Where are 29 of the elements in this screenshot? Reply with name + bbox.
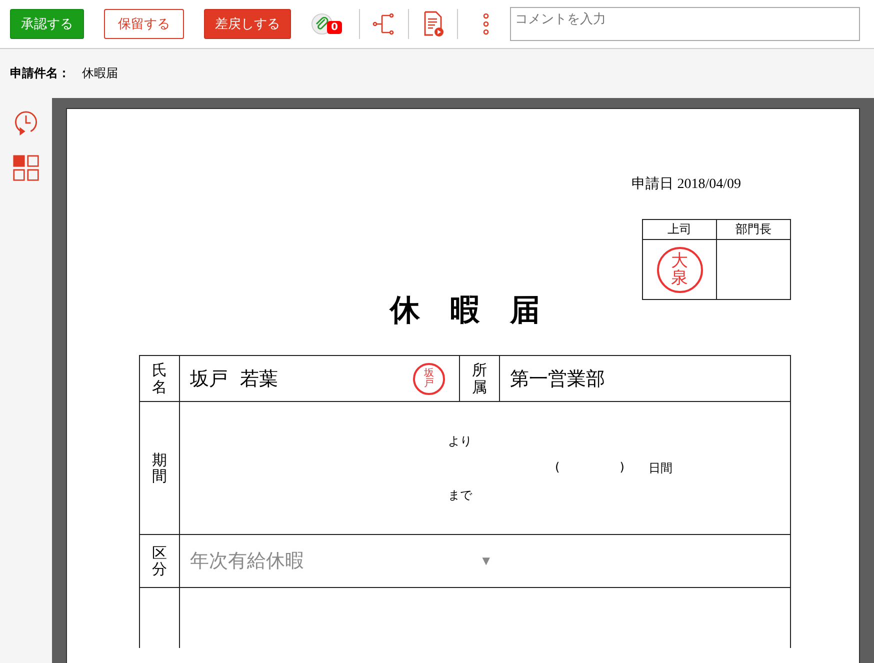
document-title: 休 暇 届 <box>388 293 541 329</box>
field-label: 氏名 <box>140 356 180 402</box>
history-clock-icon[interactable] <box>12 108 40 136</box>
action-button[interactable]: 保留する <box>104 9 184 39</box>
attachment-count-badge: 0 <box>327 21 342 34</box>
approval-seal: 大泉 <box>656 246 702 292</box>
close-paren: ) <box>620 460 624 476</box>
field-label: 区分 <box>140 535 180 588</box>
open-paren: ( <box>555 460 560 476</box>
approver-role: 上司 <box>643 220 716 240</box>
category-select[interactable]: 年次有給休暇 ▼ <box>190 548 490 574</box>
comment-field[interactable]: コメントを入力 <box>510 7 860 41</box>
to-label: まで <box>448 486 472 504</box>
application-date: 申請日 2018/04/09 <box>630 176 742 193</box>
approver-role: 部門長 <box>717 220 790 240</box>
department-value: 第一営業部 <box>510 366 605 392</box>
tree-icon[interactable] <box>372 11 396 37</box>
more-menu-icon[interactable] <box>482 12 490 36</box>
subject-label: 申請件名： <box>10 65 70 82</box>
name-value: 坂戸 若葉 <box>190 366 278 392</box>
action-button[interactable]: 差戻しする <box>204 9 291 39</box>
action-button[interactable]: 承認する <box>10 9 84 39</box>
subject-value: 休暇届 <box>82 65 118 82</box>
name-seal: 坂戸 <box>413 362 445 394</box>
field-label: 期間 <box>140 402 180 535</box>
days-label: 日間 <box>648 460 672 476</box>
grid-view-icon[interactable] <box>12 154 40 182</box>
from-label: より <box>448 432 472 450</box>
field-label: 所属 <box>460 356 500 402</box>
